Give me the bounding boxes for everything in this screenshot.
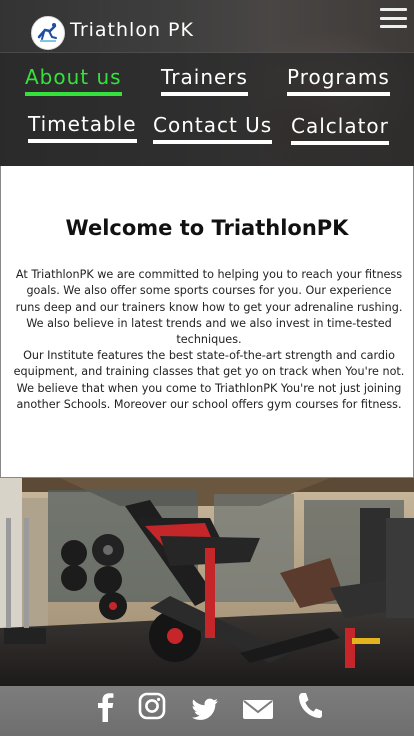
nav-underline (25, 92, 122, 96)
nav-about-us-label: About us (25, 65, 122, 89)
nav-programs[interactable]: Programs (287, 65, 390, 96)
nav-underline (28, 139, 137, 143)
nav-underline (153, 140, 273, 144)
logo[interactable] (31, 16, 65, 50)
facebook-icon[interactable] (94, 690, 116, 724)
brand-name: Triathlon PK (70, 19, 194, 41)
about-paragraph-2: Our Institute features the best state-of… (13, 349, 405, 411)
nav-underline (287, 92, 390, 96)
nav-about-us[interactable]: About us (25, 65, 122, 96)
top-bar: Triathlon PK (0, 0, 414, 52)
nav-timetable[interactable]: Timetable (28, 112, 137, 143)
page-title: Welcome to TriathlonPK (65, 216, 349, 240)
welcome-section: Welcome to TriathlonPK At TriathlonPK we… (0, 166, 414, 478)
nav-underline (291, 141, 389, 145)
gym-equipment-image (0, 478, 414, 686)
nav-contact-us-label: Contact Us (153, 113, 273, 137)
phone-icon[interactable] (296, 690, 322, 724)
nav-trainers[interactable]: Trainers (161, 65, 248, 96)
nav-calculator[interactable]: Calclator (291, 114, 389, 145)
about-paragraph-1: At TriathlonPK we are committed to helpi… (15, 268, 403, 347)
nav-calculator-label: Calclator (291, 114, 389, 138)
gym-photo (0, 478, 414, 686)
twitter-icon[interactable] (190, 690, 220, 724)
menu-toggle-icon[interactable] (380, 8, 407, 28)
nav-programs-label: Programs (287, 65, 390, 89)
nav-timetable-label: Timetable (28, 112, 137, 136)
runner-logo-icon (34, 19, 62, 47)
site-header: Triathlon PK About us Trainers Programs … (0, 0, 414, 166)
nav-underline (161, 92, 248, 96)
nav-contact-us[interactable]: Contact Us (153, 113, 273, 144)
social-footer (0, 686, 414, 736)
mail-icon[interactable] (242, 690, 274, 724)
instagram-icon[interactable] (138, 690, 166, 724)
main-nav: About us Trainers Programs Timetable Con… (0, 52, 414, 166)
nav-trainers-label: Trainers (161, 65, 248, 89)
